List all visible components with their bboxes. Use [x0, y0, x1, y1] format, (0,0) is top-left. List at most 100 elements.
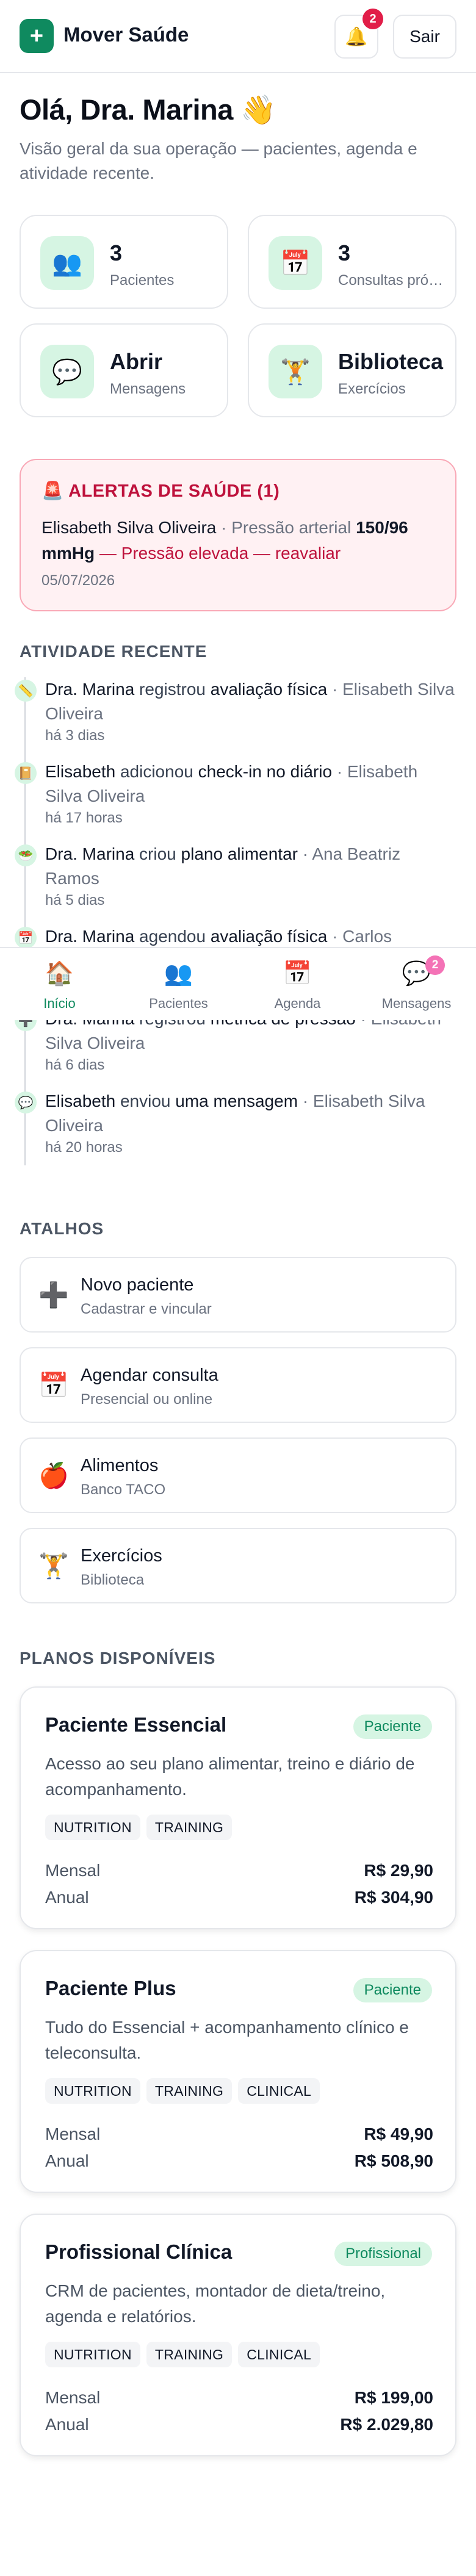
- activity-time: há 3 dias: [45, 727, 105, 744]
- calendar-icon: 📅: [269, 236, 322, 290]
- activity-verb: registrou: [139, 680, 206, 699]
- stat-value: Abrir: [110, 349, 163, 374]
- alert-metric-label: Pressão arterial: [231, 518, 352, 537]
- alert-status: — Pressão elevada — reavaliar: [99, 544, 341, 563]
- plan-name: Paciente Plus: [45, 1977, 176, 1999]
- nav-label: Mensagens: [381, 996, 452, 1011]
- shortcut-subtitle: Presencial ou online: [81, 1391, 213, 1408]
- price-value: R$ 304,90: [354, 1888, 433, 1907]
- plan-card-plus[interactable]: Paciente Plus Paciente Tudo do Essencial…: [20, 1950, 456, 2193]
- price-value: R$ 29,90: [364, 1861, 433, 1880]
- price-label: Anual: [45, 2151, 89, 2170]
- shortcut-schedule[interactable]: 📅 Agendar consulta Presencial ou online: [20, 1347, 456, 1423]
- stat-card-patients[interactable]: 👥 3 Pacientes: [20, 215, 228, 309]
- price-row-yearly: Anual R$ 2.029,80: [45, 2415, 433, 2442]
- price-value: R$ 2.029,80: [340, 2415, 433, 2434]
- plus-icon: ➕: [38, 1281, 69, 1309]
- price-label: Anual: [45, 2415, 89, 2434]
- activity-text: Dra. Marina agendou avaliação física · C…: [45, 924, 458, 949]
- stat-value: Biblioteca: [338, 349, 444, 374]
- plan-card-profissional[interactable]: Profissional Clínica Profissional CRM de…: [20, 2214, 456, 2456]
- activity-feed: 📏 Dra. Marina registrou avaliação física…: [0, 677, 476, 1178]
- activity-heading: ATIVIDADE RECENTE: [20, 642, 207, 661]
- stat-value: 3: [338, 240, 351, 265]
- activity-object: plano alimentar: [181, 844, 298, 863]
- activity-actor: Dra. Marina: [45, 680, 135, 699]
- plan-card-essencial[interactable]: Paciente Essencial Paciente Acesso ao se…: [20, 1686, 456, 1929]
- people-icon: 👥: [164, 961, 193, 987]
- shortcut-title: Exercícios: [81, 1546, 162, 1566]
- logo-plus-icon: +: [20, 19, 54, 53]
- activity-separator: ·: [302, 844, 309, 863]
- plan-tags: NUTRITION TRAINING CLINICAL: [45, 2342, 320, 2367]
- shortcut-new-patient[interactable]: ➕ Novo paciente Cadastrar e vincular: [20, 1257, 456, 1333]
- plan-tag: CLINICAL: [238, 2342, 320, 2367]
- activity-actor: Dra. Marina: [45, 927, 135, 946]
- nav-item-schedule[interactable]: 📅 Agenda: [238, 948, 357, 1021]
- dumbbell-icon: 🏋️: [38, 1552, 69, 1580]
- bell-icon: 🔔: [345, 26, 368, 47]
- activity-time: há 5 dias: [45, 892, 105, 908]
- message-icon: 💬: [15, 1092, 37, 1114]
- alert-patient: Elisabeth Silva Oliveira: [41, 518, 217, 537]
- nav-item-home[interactable]: 🏠 Início: [0, 948, 119, 1021]
- plan-tag: TRAINING: [146, 1815, 233, 1840]
- home-icon: 🏠: [45, 961, 74, 987]
- apple-icon: 🍎: [38, 1462, 69, 1489]
- app-header: + Mover Saúde 🔔 2 Sair: [0, 0, 476, 73]
- stat-card-appointments[interactable]: 📅 3 Consultas próximas: [248, 215, 456, 309]
- plans-heading: PLANOS DISPONÍVEIS: [20, 1649, 216, 1668]
- activity-actor: Dra. Marina: [45, 844, 135, 863]
- shortcut-title: Alimentos: [81, 1456, 159, 1475]
- price-label: Anual: [45, 1888, 89, 1907]
- activity-text: Elisabeth adicionou check-in no diário ·…: [45, 760, 458, 808]
- activity-separator: ·: [332, 927, 338, 946]
- activity-actor: Elisabeth: [45, 1092, 116, 1110]
- activity-verb: agendou: [139, 927, 206, 946]
- price-label: Mensal: [45, 2388, 101, 2407]
- shortcut-exercises[interactable]: 🏋️ Exercícios Biblioteca: [20, 1528, 456, 1603]
- activity-object: check-in no diário: [198, 762, 333, 781]
- activity-time: há 17 horas: [45, 810, 123, 826]
- price-value: R$ 508,90: [354, 2151, 433, 2170]
- shortcut-subtitle: Biblioteca: [81, 1572, 145, 1588]
- calendar-icon: 📅: [38, 1372, 69, 1399]
- nav-label: Início: [43, 996, 76, 1011]
- nav-label: Pacientes: [149, 996, 208, 1011]
- price-row-monthly: Mensal R$ 49,90: [45, 2124, 433, 2151]
- chat-icon: 💬: [402, 961, 431, 987]
- activity-object: avaliação física: [210, 680, 328, 699]
- activity-text: Dra. Marina registrou avaliação física ·…: [45, 677, 458, 726]
- activity-verb: criou: [139, 844, 176, 863]
- calendar-icon: 📅: [283, 961, 312, 987]
- nav-item-patients[interactable]: 👥 Pacientes: [119, 948, 238, 1021]
- calendar-icon: 📅: [15, 927, 37, 949]
- dumbbell-icon: 🏋️: [269, 345, 322, 398]
- alerts-title: 🚨 ALERTAS DE SAÚDE (1): [41, 481, 280, 501]
- nav-label: Agenda: [274, 996, 321, 1011]
- price-label: Mensal: [45, 1861, 101, 1880]
- plan-description: Tudo do Essencial + acompanhamento clíni…: [45, 2018, 409, 2062]
- activity-separator: ·: [336, 762, 343, 781]
- logout-button[interactable]: Sair: [393, 15, 456, 59]
- plan-name: Profissional Clínica: [45, 2240, 233, 2263]
- activity-separator: ·: [302, 1092, 309, 1110]
- nav-item-messages[interactable]: 💬 2 Mensagens: [357, 948, 476, 1021]
- activity-verb: adicionou: [120, 762, 193, 781]
- notifications-badge: 2: [362, 9, 383, 29]
- plan-description: Acesso ao seu plano alimentar, treino e …: [45, 1754, 415, 1799]
- price-row-monthly: Mensal R$ 29,90: [45, 1861, 433, 1888]
- shortcut-foods[interactable]: 🍎 Alimentos Banco TACO: [20, 1437, 456, 1513]
- stat-card-messages[interactable]: 💬 Abrir Mensagens: [20, 323, 228, 417]
- people-icon: 👥: [40, 236, 94, 290]
- plan-audience-badge: Paciente: [353, 1978, 432, 2002]
- plan-tag: NUTRITION: [45, 1815, 140, 1840]
- stat-label: Exercícios: [338, 381, 406, 397]
- stat-card-exercises[interactable]: 🏋️ Biblioteca Exercícios: [248, 323, 456, 417]
- page-subtitle: Visão geral da sua operação — pacientes,…: [20, 139, 417, 182]
- activity-actor: Elisabeth: [45, 762, 116, 781]
- stat-value: 3: [110, 240, 123, 265]
- alert-date: 05/07/2026: [41, 572, 115, 589]
- alert-item[interactable]: Elisabeth Silva Oliveira · Pressão arter…: [41, 515, 438, 566]
- plan-tag: TRAINING: [146, 2078, 233, 2104]
